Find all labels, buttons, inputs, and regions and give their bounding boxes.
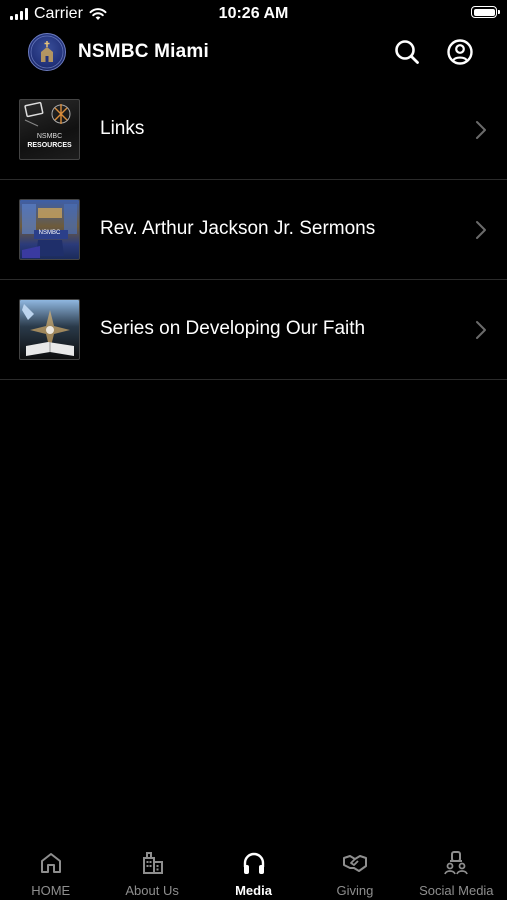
headphones-icon xyxy=(243,852,264,874)
account-icon xyxy=(447,39,473,65)
series-thumbnail xyxy=(19,299,80,360)
search-icon xyxy=(395,40,419,64)
thumb-text-nsmbc: NSMBC xyxy=(38,230,61,236)
church-logo xyxy=(28,33,66,71)
links-thumbnail: NSMBC RESOURCES xyxy=(19,99,80,160)
thumb-text-resources: RESOURCES xyxy=(27,142,72,149)
tab-label: Giving xyxy=(336,883,374,898)
tab-about-us[interactable]: About Us xyxy=(101,843,202,900)
sermons-thumbnail: NSMBC xyxy=(19,199,80,260)
people-icon xyxy=(444,851,469,875)
tab-giving[interactable]: Giving xyxy=(304,843,405,900)
item-label: Series on Developing Our Faith xyxy=(100,318,366,339)
tab-bar: HOME About Us Media Giving Social Media xyxy=(0,843,507,900)
search-button[interactable] xyxy=(393,38,421,66)
status-bar: Carrier 10:26 AM xyxy=(0,0,507,28)
list-item-sermons[interactable]: NSMBC Rev. Arthur Jackson Jr. Sermons xyxy=(0,180,507,280)
tab-social-media[interactable]: Social Media xyxy=(406,843,507,900)
battery-icon xyxy=(471,6,500,18)
app-title: NSMBC Miami xyxy=(78,41,209,62)
chevron-right-icon xyxy=(476,321,486,339)
account-button[interactable] xyxy=(446,38,474,66)
building-icon xyxy=(143,852,164,874)
list-item-links[interactable]: NSMBC RESOURCES Links xyxy=(0,80,507,180)
clock: 10:26 AM xyxy=(218,5,289,22)
item-label: Rev. Arthur Jackson Jr. Sermons xyxy=(100,218,376,239)
handshake-icon xyxy=(342,855,367,872)
tab-media[interactable]: Media xyxy=(203,843,304,900)
tab-label: About Us xyxy=(125,883,179,898)
list-item-series[interactable]: Series on Developing Our Faith xyxy=(0,280,507,380)
media-list: NSMBC RESOURCES Links NSMBC Rev. Arthur … xyxy=(0,80,507,380)
tab-label: Social Media xyxy=(419,883,494,898)
tab-home[interactable]: HOME xyxy=(0,843,101,900)
home-icon xyxy=(40,853,61,873)
tab-label: Media xyxy=(235,883,272,898)
item-label: Links xyxy=(100,118,145,139)
thumb-text-nsmbc: NSMBC xyxy=(36,133,63,140)
tab-label: HOME xyxy=(31,883,71,898)
chevron-right-icon xyxy=(476,221,486,239)
chevron-right-icon xyxy=(476,121,486,139)
app-header: NSMBC Miami xyxy=(0,32,507,72)
